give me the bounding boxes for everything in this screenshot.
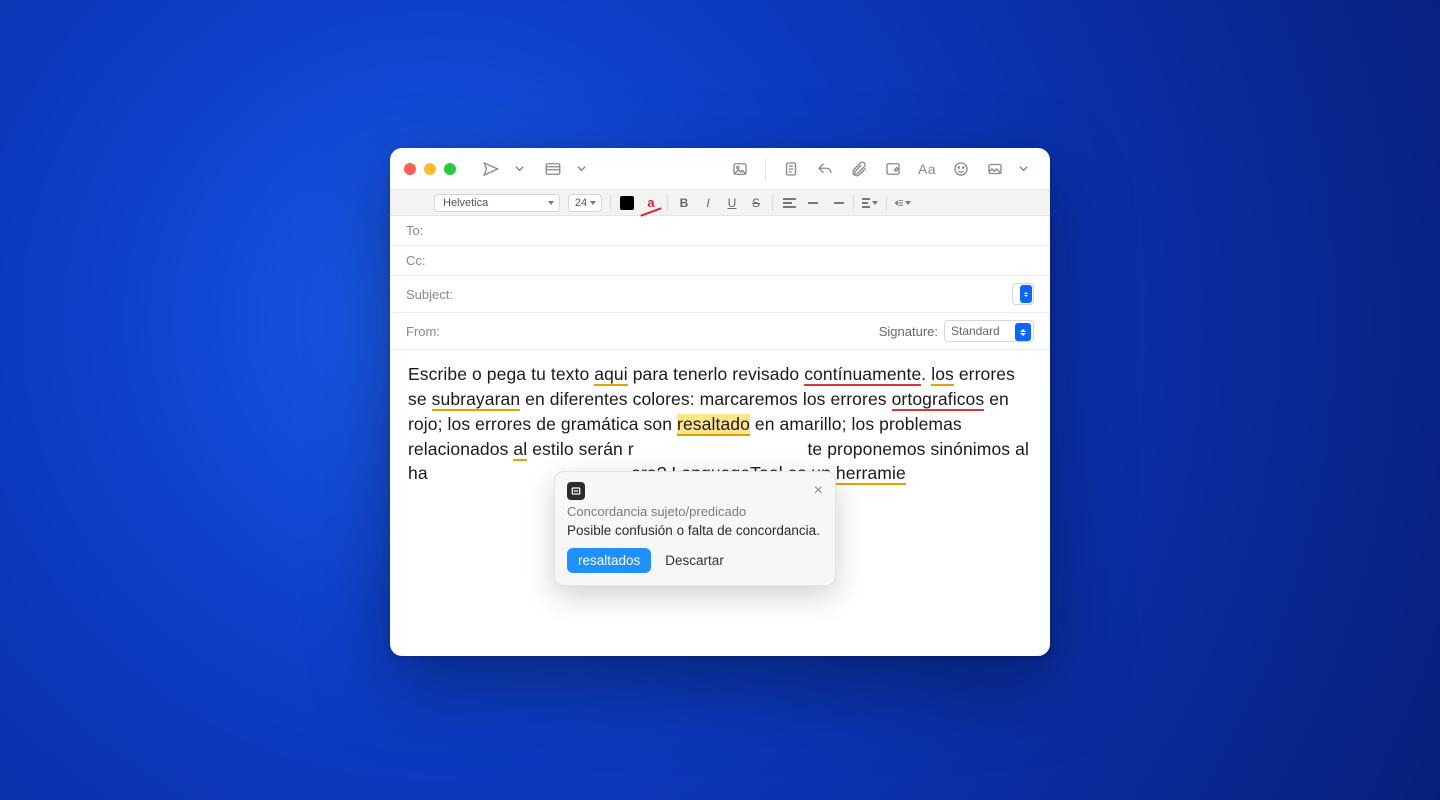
text-color-button[interactable] — [619, 195, 635, 211]
subject-field[interactable] — [472, 287, 1002, 302]
error-al[interactable]: al — [513, 439, 527, 461]
popover-close-button[interactable]: × — [814, 483, 823, 499]
reply-button[interactable] — [812, 156, 838, 182]
languagetool-logo-icon — [567, 482, 585, 500]
cc-row: Cc: — [390, 246, 1050, 276]
error-subrayaran[interactable]: subrayaran — [432, 389, 521, 411]
media-button[interactable] — [982, 156, 1008, 182]
indent-button[interactable] — [895, 195, 911, 211]
align-center-button[interactable] — [805, 195, 821, 211]
error-los[interactable]: los — [931, 364, 954, 386]
underline-button[interactable]: U — [724, 195, 740, 211]
window-titlebar: Aa — [390, 148, 1050, 190]
list-button[interactable] — [862, 195, 878, 211]
traffic-lights — [404, 163, 456, 175]
text-style-clear-button[interactable]: a — [643, 195, 659, 211]
to-label: To: — [406, 223, 462, 238]
to-row: To: — [390, 216, 1050, 246]
strike-button[interactable]: S — [748, 195, 764, 211]
emoji-button[interactable] — [948, 156, 974, 182]
format-bar: Helvetica 24 a B I U S — [390, 190, 1050, 216]
close-window-button[interactable] — [404, 163, 416, 175]
signature-label: Signature: — [879, 324, 938, 339]
error-aqui[interactable]: aqui — [594, 364, 628, 386]
bold-button[interactable]: B — [676, 195, 692, 211]
error-ortograficos[interactable]: ortograficos — [892, 389, 985, 411]
align-left-button[interactable] — [781, 195, 797, 211]
suggestion-accept-button[interactable]: resaltados — [567, 548, 651, 573]
minimize-window-button[interactable] — [424, 163, 436, 175]
send-button[interactable] — [478, 156, 504, 182]
font-family-select[interactable]: Helvetica — [434, 194, 560, 212]
media-dropdown[interactable] — [1010, 156, 1036, 182]
align-right-button[interactable] — [829, 195, 845, 211]
from-field[interactable] — [472, 324, 869, 339]
notes-button[interactable] — [778, 156, 804, 182]
font-size-select[interactable]: 24 — [568, 194, 602, 212]
from-row: From: Signature: Standard — [390, 313, 1050, 350]
send-options-dropdown[interactable] — [506, 156, 532, 182]
cc-field[interactable] — [472, 253, 1034, 268]
markup-button[interactable] — [880, 156, 906, 182]
suggestion-dismiss-button[interactable]: Descartar — [661, 548, 728, 573]
zoom-window-button[interactable] — [444, 163, 456, 175]
error-continuamente[interactable]: contínuamente — [804, 364, 921, 386]
popover-description: Posible confusión o falta de concordanci… — [567, 523, 823, 538]
mail-compose-window: Aa Helvetica 24 a B I U S — [390, 148, 1050, 656]
cc-label: Cc: — [406, 253, 462, 268]
italic-button[interactable]: I — [700, 195, 716, 211]
header-fields-button[interactable] — [540, 156, 566, 182]
error-resaltado[interactable]: resaltado — [677, 414, 750, 436]
popover-rule-title: Concordancia sujeto/predicado — [567, 504, 823, 519]
photo-browser-button[interactable] — [727, 156, 753, 182]
subject-row: Subject: ! — [390, 276, 1050, 313]
grammar-suggestion-popover: × Concordancia sujeto/predicado Posible … — [554, 471, 836, 586]
subject-label: Subject: — [406, 287, 462, 302]
signature-select[interactable]: Standard — [944, 320, 1034, 342]
toolbar-divider — [765, 158, 766, 180]
to-field[interactable] — [472, 223, 1034, 238]
format-button[interactable]: Aa — [914, 156, 940, 182]
priority-select[interactable]: ! — [1012, 283, 1034, 305]
header-fields-dropdown[interactable] — [568, 156, 594, 182]
attach-button[interactable] — [846, 156, 872, 182]
from-label: From: — [406, 324, 462, 339]
